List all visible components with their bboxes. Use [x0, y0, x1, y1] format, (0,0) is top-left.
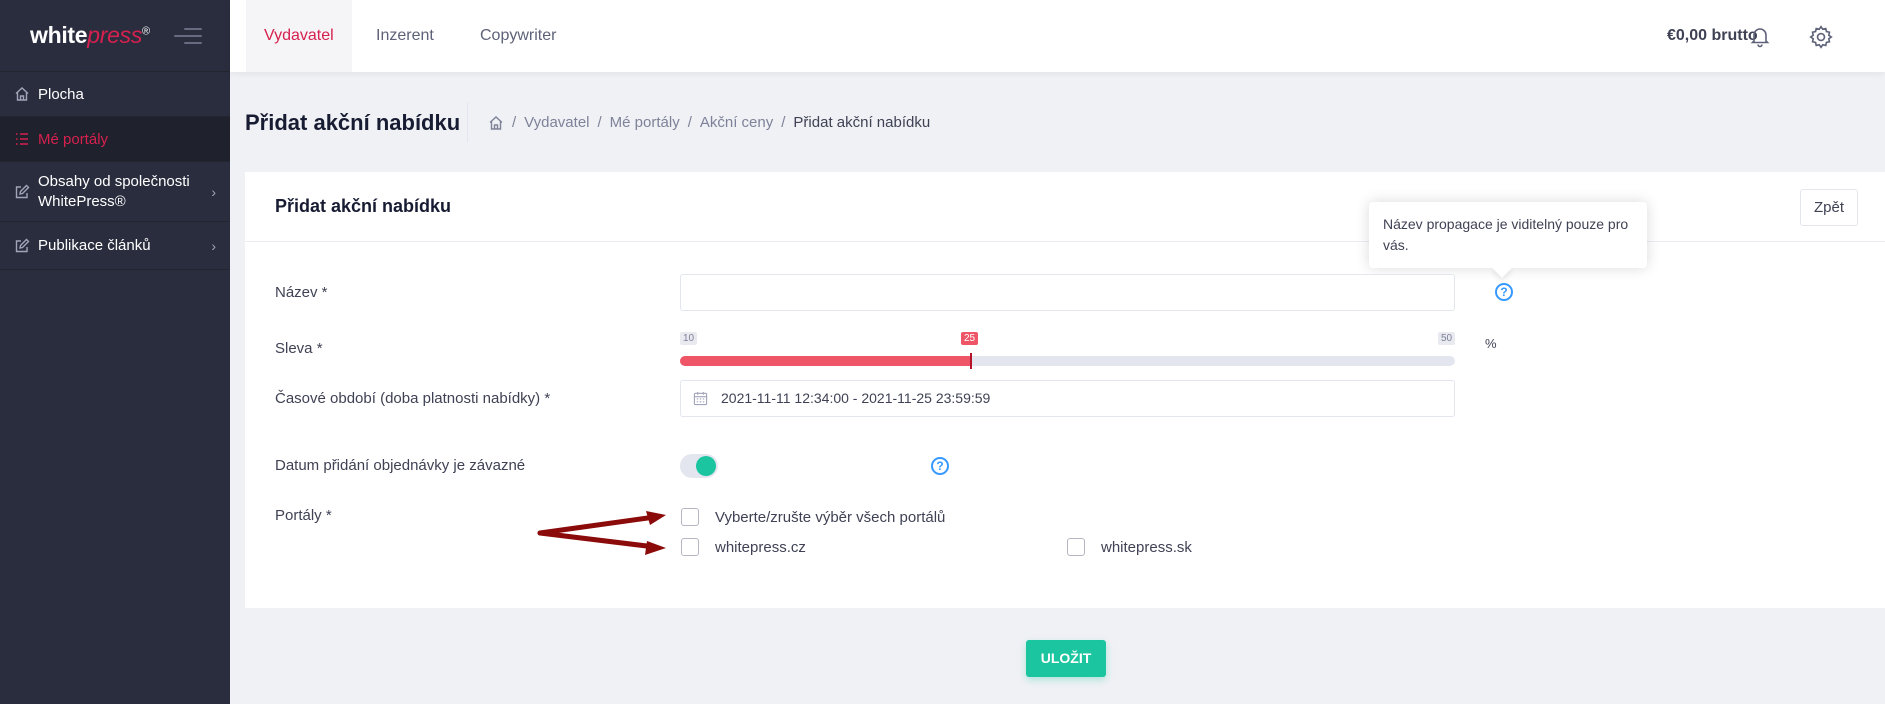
breadcrumb-link[interactable]: Vydavatel [524, 114, 589, 131]
tab-copywriter[interactable]: Copywriter [462, 0, 574, 72]
breadcrumb-link[interactable]: Akční ceny [700, 114, 773, 131]
breadcrumb: / Vydavatel / Mé portály / Akční ceny / … [488, 114, 930, 131]
breadcrumb-current: Přidat akční nabídku [793, 114, 931, 131]
sidebar-item-label: Mé portály [38, 130, 109, 148]
card-title: Přidat akční nabídku [275, 196, 452, 216]
annotation-arrows [537, 511, 666, 555]
select-all-label[interactable]: Vyberte/zrušte výběr všech portálů [715, 509, 945, 526]
binding-label: Datum přidání objednávky je závazné [275, 457, 526, 474]
tooltip: Název propagace je viditelný pouze pro v… [1369, 202, 1647, 268]
calendar-icon [693, 391, 708, 411]
menu-toggle-icon[interactable] [174, 28, 202, 46]
divider [467, 102, 468, 142]
name-label: Název * [275, 284, 328, 301]
balance[interactable]: €0,00 brutto [1667, 0, 1758, 72]
save-button[interactable]: ULOŽIT [1026, 640, 1106, 677]
toggle-knob [696, 456, 716, 476]
portals-label: Portály * [275, 507, 332, 524]
logo-bar: whitepress® [0, 0, 230, 72]
sidebar-item-publikace[interactable]: Publikace článků › [0, 222, 230, 270]
portal-label-cz[interactable]: whitepress.cz [715, 539, 806, 556]
home-icon[interactable] [488, 115, 504, 131]
chevron-right-icon: › [211, 237, 216, 254]
portal-label-sk[interactable]: whitepress.sk [1101, 539, 1192, 556]
portal-checkbox-sk[interactable] [1067, 538, 1085, 556]
date-range-input[interactable]: 2021-11-11 12:34:00 - 2021-11-25 23:59:5… [680, 380, 1455, 417]
page-title: Přidat akční nabídku [245, 110, 461, 135]
gear-icon[interactable] [1808, 24, 1834, 50]
logo[interactable]: whitepress® [30, 22, 150, 49]
help-icon[interactable]: ? [931, 457, 949, 475]
form-card: Přidat akční nabídku Zpět Název propagac… [245, 172, 1885, 608]
slider-value-label: 25 [961, 332, 979, 345]
subheader: Přidat akční nabídku / Vydavatel / Mé po… [230, 72, 1885, 172]
chevron-right-icon: › [211, 183, 216, 200]
breadcrumb-link[interactable]: Mé portály [610, 114, 680, 131]
name-input[interactable] [680, 274, 1455, 311]
home-icon [12, 84, 32, 104]
sidebar-item-label: Publikace článků [38, 237, 151, 254]
slider-handle[interactable] [970, 353, 972, 369]
percent-unit: % [1485, 336, 1497, 351]
edit-icon [12, 182, 32, 202]
discount-label: Sleva * [275, 340, 323, 357]
portal-checkbox-cz[interactable] [681, 538, 699, 556]
slider-min-label: 10 [680, 332, 698, 345]
tab-vydavatel[interactable]: Vydavatel [246, 0, 352, 72]
discount-slider[interactable] [680, 353, 1455, 369]
sidebar-item-label: Plocha [38, 85, 84, 103]
sidebar-item-obsahy[interactable]: Obsahy od společnosti WhitePress® › [0, 162, 230, 222]
period-label: Časové období (doba platnosti nabídky) * [275, 390, 551, 407]
slider-fill [680, 356, 971, 366]
edit-icon [12, 236, 32, 256]
topbar: Vydavatel Inzerent Copywriter €0,00 brut… [230, 0, 1885, 72]
sidebar-item-plocha[interactable]: Plocha [0, 72, 230, 117]
binding-toggle[interactable] [680, 454, 718, 478]
bell-icon[interactable] [1748, 24, 1772, 48]
sidebar: whitepress® Plocha Mé portály Obsahy od … [0, 0, 230, 704]
date-range-value: 2021-11-11 12:34:00 - 2021-11-25 23:59:5… [721, 390, 991, 406]
help-icon[interactable]: ? [1495, 283, 1513, 301]
list-icon [12, 129, 32, 149]
select-all-checkbox[interactable] [681, 508, 699, 526]
tab-inzerent[interactable]: Inzerent [358, 0, 452, 72]
slider-max-label: 50 [1438, 332, 1456, 345]
sidebar-item-label: Obsahy od společnosti WhitePress® [38, 172, 190, 210]
back-button[interactable]: Zpět [1800, 189, 1858, 226]
sidebar-item-me-portaly[interactable]: Mé portály [0, 117, 230, 162]
